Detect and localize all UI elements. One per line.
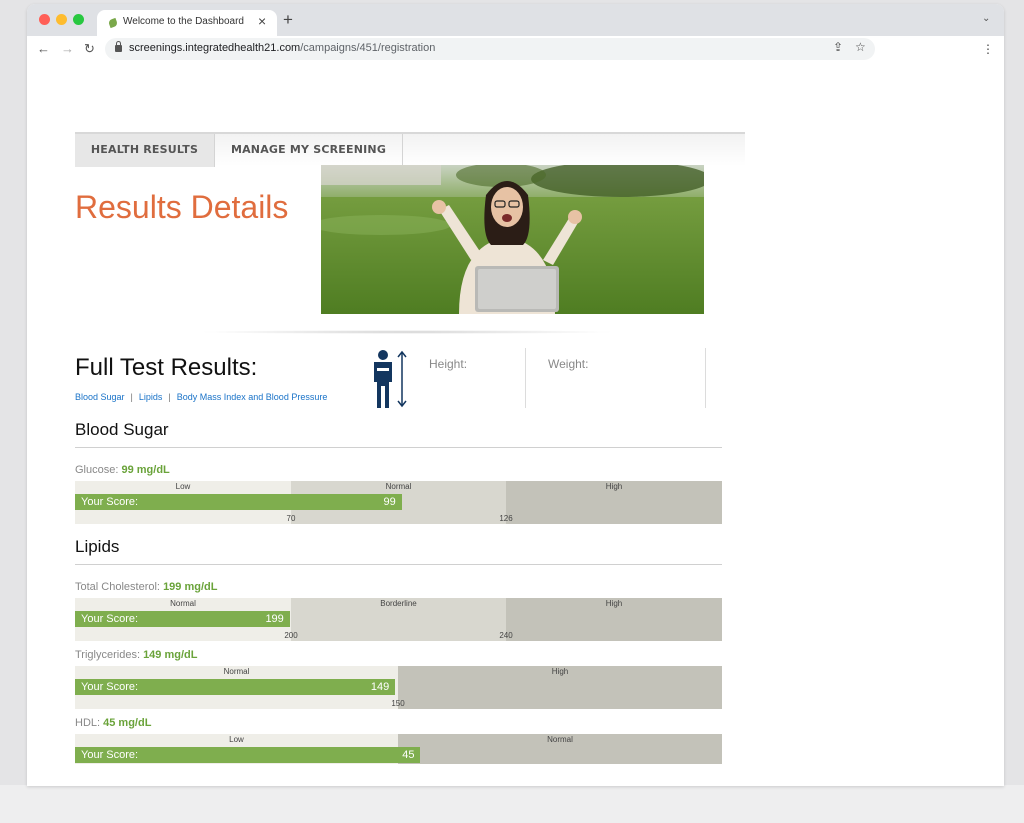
score-label: Your Score: [81,613,139,625]
tick-label: 126 [499,514,513,523]
tab-title: Welcome to the Dashboard [123,16,244,27]
hero-image [321,165,704,314]
maximize-window-button[interactable] [73,14,84,25]
page-bottom-band [0,785,1024,823]
hdl-value: 45 mg/dL [103,717,152,729]
tab-bar: Welcome to the Dashboard × + ⌄ [27,4,1004,36]
range-label: Low [229,735,244,744]
range-label: High [551,667,569,676]
link-blood-sugar[interactable]: Blood Sugar [75,392,125,402]
range-borderline: Borderline [291,598,506,641]
url-path: /campaigns/451/registration [300,42,436,54]
glucose-label: Glucose: [75,464,119,476]
lipids-heading: Lipids [75,537,120,556]
score-bar: Your Score: 99 [75,494,402,510]
triglycerides-label-row: Triglycerides: 149 mg/dL [75,649,197,661]
score-bar: Your Score: 45 [75,747,421,763]
score-label: Your Score: [81,681,139,693]
browser-window: Welcome to the Dashboard × + ⌄ ← → ↻ scr… [27,4,1004,786]
page-title: Results Details [75,189,289,225]
triglycerides-gauge: Normal High Your Score: 149 150 [75,666,722,709]
link-separator: | [130,392,133,402]
link-bmi-blood-pressure[interactable]: Body Mass Index and Blood Pressure [177,392,328,402]
glucose-label-row: Glucose: 99 mg/dL [75,464,170,476]
tick-label: 70 [286,514,296,523]
kebab-menu-icon[interactable]: ⋮ [982,42,994,56]
tab-close-button[interactable]: × [258,13,266,29]
triglycerides-label: Triglycerides: [75,649,140,661]
lock-icon [115,41,122,52]
new-tab-button[interactable]: + [283,10,293,30]
range-label: High [605,599,623,608]
cholesterol-value: 199 mg/dL [163,581,218,593]
glucose-value: 99 mg/dL [121,464,170,476]
score-label: Your Score: [81,496,139,508]
site-nav: HEALTH RESULTS MANAGE MY SCREENING [75,132,745,167]
range-label: Normal [170,599,196,608]
tick-label: 240 [499,631,513,640]
divider [705,348,706,408]
close-window-button[interactable] [39,14,50,25]
height-label: Height: [429,357,468,371]
browser-tab[interactable]: Welcome to the Dashboard × [97,10,277,36]
tick-label: 200 [284,631,298,640]
tab-search-chevron-icon[interactable]: ⌄ [982,13,990,24]
triglycerides-value: 149 mg/dL [143,649,198,661]
range-high: High [506,598,722,641]
range-label: Normal [547,735,573,744]
tick-label: 150 [391,699,405,708]
weight-label: Weight: [548,357,589,371]
blood-sugar-heading: Blood Sugar [75,420,169,439]
star-icon[interactable]: ☆ [855,40,866,54]
body-height-icon [374,350,407,408]
browser-toolbar: ← → ↻ screenings.integratedhealth21.com/… [27,36,1004,64]
range-label: Normal [223,667,250,676]
cholesterol-label: Total Cholesterol: [75,581,160,593]
hero-shadow [197,330,617,334]
arrow-right-icon[interactable]: → [61,41,74,56]
cholesterol-label-row: Total Cholesterol: 199 mg/dL [75,581,217,593]
address-bar[interactable]: screenings.integratedhealth21.com/campai… [105,38,875,60]
full-results-title: Full Test Results: [75,354,258,381]
score-bar: Your Score: 149 [75,679,396,695]
glucose-gauge: Low Normal High Your Score: 99 70 126 [75,481,722,524]
tab-health-results[interactable]: HEALTH RESULTS [75,134,215,167]
range-label: Low [175,482,191,491]
link-separator: | [168,392,171,402]
section-divider [75,447,722,448]
section-divider [75,564,722,565]
share-icon[interactable]: ⇪ [833,40,843,54]
cholesterol-gauge: Normal Borderline High Your Score: 199 2… [75,598,722,641]
url-text[interactable]: screenings.integratedhealth21.com/campai… [129,42,435,54]
score-value: 149 [370,681,390,693]
score-label: Your Score: [81,749,139,761]
hdl-label: HDL: [75,717,101,729]
range-high: High [506,481,722,524]
score-bar: Your Score: 199 [75,611,290,627]
range-label: High [605,482,623,491]
score-value: 199 [265,613,284,625]
range-normal: Normal [398,734,722,764]
range-high: High [398,666,722,709]
score-value: 99 [383,496,396,508]
range-label: Borderline [380,599,417,608]
link-lipids[interactable]: Lipids [139,392,163,402]
range-label: Normal [385,482,412,491]
woman-with-laptop-illustration [321,165,704,314]
score-value: 45 [402,749,415,761]
arrow-left-icon[interactable]: ← [37,41,50,56]
hdl-gauge: Low Normal Your Score: 45 [75,734,722,764]
tab-manage-my-screening[interactable]: MANAGE MY SCREENING [215,134,403,167]
leaf-favicon-icon [107,17,119,29]
url-host: screenings.integratedhealth21.com [129,42,301,54]
section-links: Blood Sugar | Lipids | Body Mass Index and B… [75,392,327,402]
reload-icon[interactable]: ↻ [84,41,95,57]
hdl-label-row: HDL: 45 mg/dL [75,717,151,729]
minimize-window-button[interactable] [56,14,67,25]
divider [525,348,526,408]
